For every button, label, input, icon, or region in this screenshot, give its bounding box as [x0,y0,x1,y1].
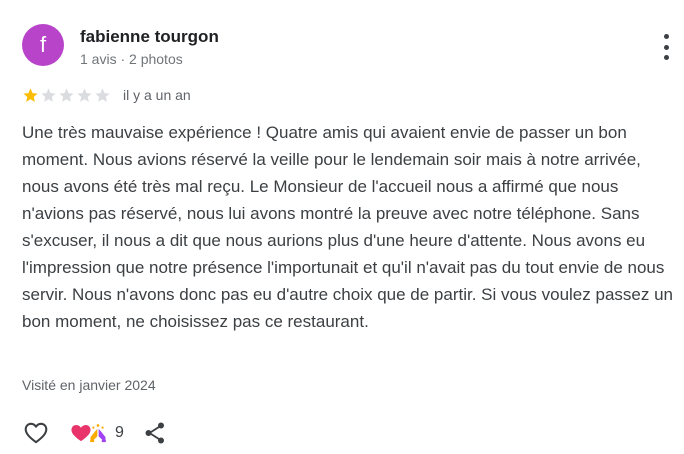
star-empty-icon [59,87,74,102]
review-header: f fabienne tourgon 1 avis · 2 photos [22,24,219,69]
star-rating [22,87,112,104]
share-icon [145,422,164,444]
reactions[interactable]: 9 [70,423,124,443]
praying-hands-reaction-icon [90,424,106,443]
star-filled-icon [23,87,38,102]
author-info: fabienne tourgon 1 avis · 2 photos [80,27,219,69]
star-empty-icon [77,87,92,102]
visited-date: Visité en janvier 2024 [22,377,156,393]
like-button[interactable] [22,419,50,447]
avatar[interactable]: f [22,24,64,66]
review-actions: 9 [22,418,168,448]
author-name[interactable]: fabienne tourgon [80,27,219,47]
review-date: il y a un an [123,87,191,103]
more-options-button[interactable] [654,34,678,60]
heart-outline-icon [24,422,48,444]
star-empty-icon [41,87,56,102]
review-card: f fabienne tourgon 1 avis · 2 photos il … [0,0,684,454]
more-vertical-icon-dot [663,44,669,50]
share-button[interactable] [142,420,168,446]
rating-row: il y a un an [22,84,191,106]
review-text: Une très mauvaise expérience ! Quatre am… [22,123,673,331]
more-vertical-icon-dot [663,55,669,60]
more-vertical-icon [663,34,669,39]
star-empty-icon [95,87,110,102]
reaction-count: 9 [115,424,124,441]
author-meta: 1 avis · 2 photos [80,51,183,67]
